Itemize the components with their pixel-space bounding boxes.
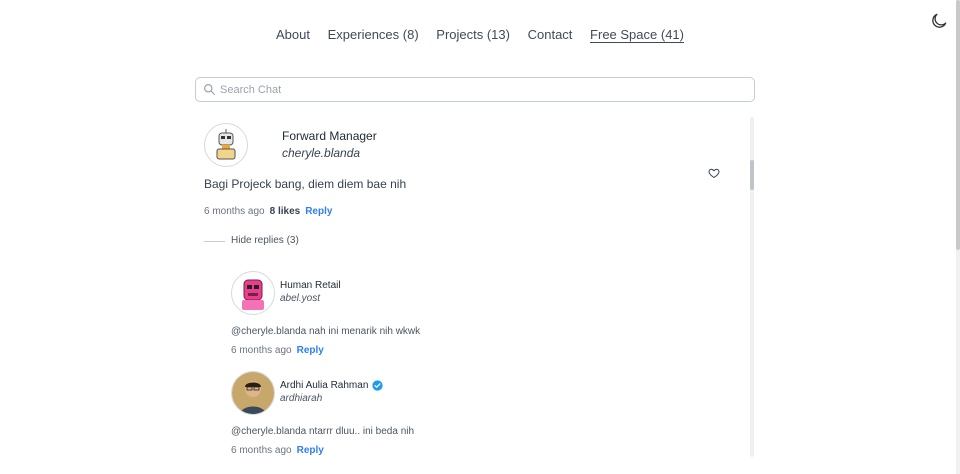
reply-time: 6 months ago: [231, 445, 292, 456]
search-input[interactable]: [220, 78, 740, 101]
top-nav: About Experiences (8) Projects (13) Cont…: [0, 27, 960, 42]
avatar[interactable]: [231, 371, 275, 415]
divider: [204, 241, 225, 242]
comment-text: Bagi Projeck bang, diem diem bae nih: [204, 177, 407, 191]
like-count: 8 likes: [269, 206, 301, 217]
search-icon: [204, 84, 215, 95]
hide-replies-button[interactable]: Hide replies (3): [231, 235, 299, 246]
moon-icon: [932, 13, 947, 28]
theme-toggle-button[interactable]: [929, 11, 949, 31]
person-avatar-icon: [232, 372, 274, 414]
verified-badge-icon: [372, 380, 383, 391]
reply-meta: 6 months ago Reply: [231, 345, 324, 356]
avatar[interactable]: [231, 271, 275, 315]
reply-author-name: Human Retail: [280, 280, 341, 291]
comment-meta: 6 months ago 8 likes Reply: [204, 206, 332, 217]
nav-free-space[interactable]: Free Space (41): [590, 27, 684, 42]
comment-time: 6 months ago: [204, 206, 265, 217]
reply-author-name: Ardhi Aulia Rahman: [280, 380, 369, 391]
reply-button[interactable]: Reply: [297, 445, 324, 456]
reply-text: @cheryle.blanda nah ini menarik nih wkwk: [231, 326, 421, 337]
chat-scrollbar-thumb[interactable]: [750, 160, 754, 190]
reply-time: 6 months ago: [231, 345, 292, 356]
comment-author-username: cheryle.blanda: [282, 146, 361, 160]
pink-robot-avatar-icon: [242, 279, 264, 310]
like-button[interactable]: [708, 166, 720, 178]
reply-button[interactable]: Reply: [305, 206, 332, 217]
avatar[interactable]: [204, 123, 248, 167]
comment-author-name: Forward Manager: [282, 129, 377, 143]
nav-contact[interactable]: Contact: [528, 27, 573, 42]
reply-meta: 6 months ago Reply: [231, 445, 324, 456]
nav-experiences[interactable]: Experiences (8): [328, 27, 419, 42]
reply-text: @cheryle.blanda ntarrr dluu.. ini beda n…: [231, 426, 415, 437]
reply-author-username: ardhiarah: [280, 393, 323, 404]
heart-icon: [708, 168, 720, 178]
nav-projects[interactable]: Projects (13): [436, 27, 510, 42]
robot-avatar-icon: [216, 129, 236, 160]
reply-button[interactable]: Reply: [297, 345, 324, 356]
reply-author-username: abel.yost: [280, 293, 321, 304]
search-box: [195, 77, 755, 102]
nav-about[interactable]: About: [276, 27, 310, 42]
page-scrollbar-thumb[interactable]: [956, 0, 960, 250]
